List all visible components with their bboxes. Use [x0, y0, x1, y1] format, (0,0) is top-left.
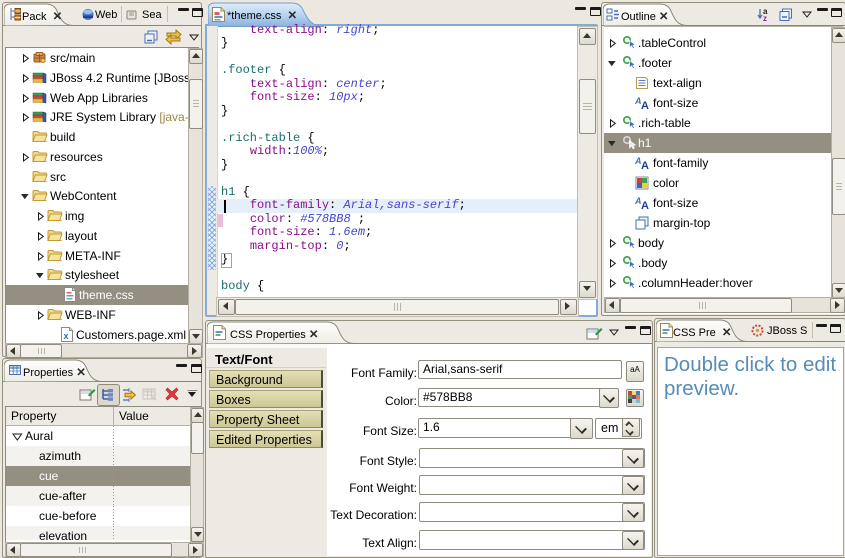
svg-text:A: A — [641, 100, 649, 110]
svg-text:x: x — [64, 331, 69, 341]
svg-text:A: A — [641, 200, 649, 210]
svg-text:A: A — [641, 160, 649, 170]
svg-text:z: z — [763, 14, 767, 22]
